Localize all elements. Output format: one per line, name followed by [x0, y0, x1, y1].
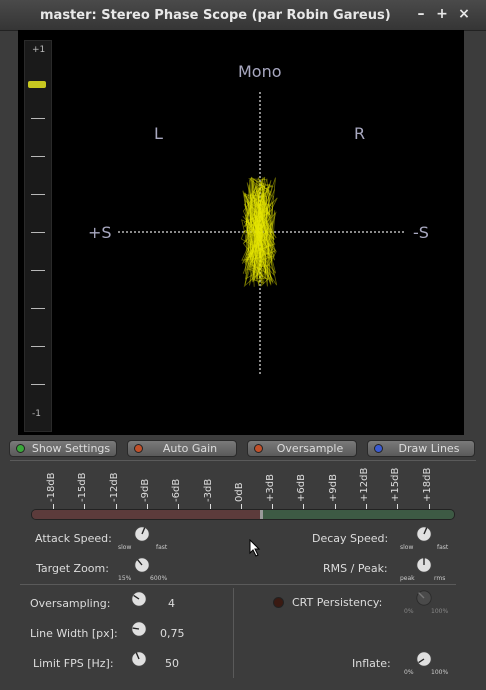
- crt-persistency-label: CRT Persistency:: [292, 596, 383, 609]
- vertical-divider: [233, 588, 234, 678]
- crt-persistency-led[interactable]: [273, 597, 284, 608]
- db-scale-label: -3dB: [202, 478, 214, 502]
- crt-persistency-min: 0%: [404, 608, 414, 615]
- db-scale-label: +12dB: [359, 467, 370, 502]
- oversampling-knob[interactable]: [130, 590, 148, 608]
- attack-speed-label: Attack Speed:: [35, 532, 112, 545]
- toggle-label: Auto Gain: [162, 442, 218, 455]
- attack-speed-min: slow: [118, 544, 132, 551]
- draw-lines-toggle[interactable]: Draw Lines: [367, 440, 475, 457]
- db-scale-label: +9dB: [327, 474, 339, 502]
- db-scale-label: -15dB: [77, 472, 89, 502]
- inflate-min: 0%: [404, 669, 414, 676]
- divider: [20, 584, 456, 585]
- rms-peak-min: peak: [400, 575, 415, 582]
- db-scale-label: -18dB: [46, 472, 57, 502]
- decay-speed-knob[interactable]: [415, 525, 433, 543]
- oversampling-label: Oversampling:: [30, 597, 111, 610]
- crt-persistency-knob[interactable]: [415, 589, 433, 607]
- limit-fps-label: Limit FPS [Hz]:: [33, 657, 114, 670]
- inflate-knob[interactable]: [415, 650, 433, 668]
- minus-side-label: -S: [413, 223, 429, 242]
- db-scale-label: +3dB: [265, 474, 277, 502]
- line-width-value: 0,75: [160, 627, 185, 640]
- inflate-max: 100%: [431, 669, 449, 676]
- signal-trace: [240, 176, 278, 288]
- oversample-toggle[interactable]: Oversample: [247, 440, 357, 457]
- show-settings-toggle[interactable]: Show Settings: [9, 440, 117, 457]
- limit-fps-value: 50: [165, 657, 179, 670]
- oversampling-value: 4: [168, 597, 175, 610]
- gain-level-bar: [31, 509, 455, 520]
- gain-bar-positive: [263, 510, 454, 519]
- gain-bar-negative: [32, 510, 260, 519]
- db-scale-label: +6dB: [296, 474, 308, 502]
- target-zoom-max: 600%: [150, 575, 168, 582]
- mono-label: Mono: [238, 62, 282, 81]
- db-scale-label: +18dB: [421, 467, 433, 502]
- attack-speed-max: fast: [156, 544, 168, 551]
- toggle-label: Show Settings: [31, 442, 111, 455]
- right-channel-label: R: [354, 124, 366, 143]
- left-channel-label: L: [154, 124, 163, 143]
- rms-peak-label: RMS / Peak:: [323, 562, 388, 575]
- mouse-cursor-icon: [249, 539, 261, 557]
- db-scale-label: 0dB: [233, 482, 245, 502]
- line-width-knob[interactable]: [130, 620, 148, 638]
- plus-side-label: +S: [88, 223, 112, 242]
- toggle-label: Oversample: [276, 442, 344, 455]
- decay-speed-min: slow: [400, 544, 414, 551]
- inflate-label: Inflate:: [352, 657, 391, 670]
- attack-speed-knob[interactable]: [133, 525, 151, 543]
- limit-fps-knob[interactable]: [130, 650, 148, 668]
- db-scale-label: -12dB: [108, 472, 120, 502]
- crt-persistency-max: 100%: [431, 608, 449, 615]
- db-scale-label: -9dB: [139, 478, 151, 502]
- db-scale-label: -6dB: [171, 478, 183, 502]
- rms-peak-knob[interactable]: [415, 556, 433, 574]
- line-width-label: Line Width [px]:: [30, 627, 118, 640]
- target-zoom-label: Target Zoom:: [36, 562, 109, 575]
- divider: [10, 460, 476, 461]
- decay-speed-max: fast: [437, 544, 449, 551]
- auto-gain-toggle[interactable]: Auto Gain: [127, 440, 237, 457]
- rms-peak-max: rms: [434, 575, 446, 582]
- decay-speed-label: Decay Speed:: [312, 532, 389, 545]
- toggle-label: Draw Lines: [398, 442, 460, 455]
- target-zoom-knob[interactable]: [133, 556, 151, 574]
- db-scale-label: +15dB: [390, 467, 402, 502]
- target-zoom-min: 15%: [118, 575, 132, 582]
